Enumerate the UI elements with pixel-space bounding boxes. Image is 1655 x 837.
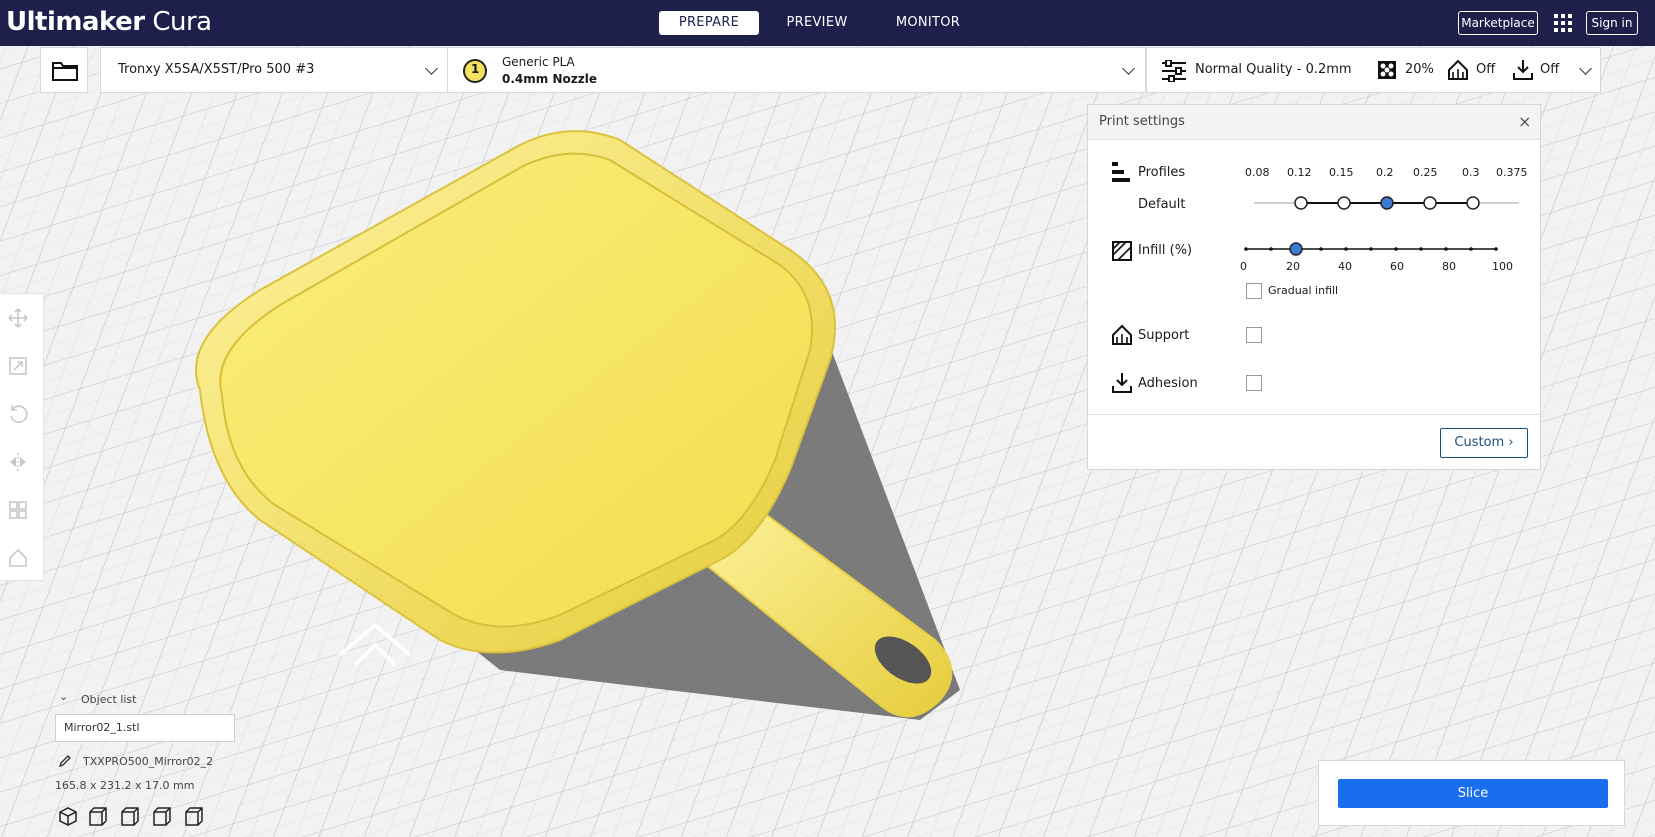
view-orientation-buttons (59, 807, 203, 826)
marketplace-button[interactable]: Marketplace (1458, 11, 1538, 35)
support-checkbox[interactable] (1246, 327, 1262, 343)
infill-slider-tick (1394, 247, 1398, 251)
infill-slider-tick (1469, 247, 1473, 251)
gradual-infill-checkbox[interactable] (1246, 283, 1262, 299)
adhesion-label: Adhesion (1138, 376, 1198, 391)
extruder-number: 1 (471, 62, 480, 76)
adhesion-icon (1513, 60, 1533, 80)
chevron-down-icon (425, 62, 438, 75)
chevron-down-icon[interactable]: ⌄ (59, 690, 68, 703)
per-model-settings-icon[interactable] (8, 500, 28, 520)
mirror-tool-icon[interactable] (8, 452, 28, 472)
infill-slider-handle[interactable] (1289, 242, 1303, 256)
infill-slider-tick (1444, 247, 1448, 251)
infill-slider[interactable] (1244, 239, 1514, 259)
infill-slider-tick (1269, 247, 1273, 251)
panel-header: Print settings × (1088, 105, 1540, 140)
support-label: Support (1138, 328, 1190, 343)
folder-icon (52, 62, 78, 81)
front-view-icon (89, 807, 107, 826)
layer-height-label: 0.08 (1245, 166, 1270, 179)
material-selector[interactable]: 1 Generic PLA 0.4mm Nozzle (448, 47, 1146, 93)
infill-tick-label: 20 (1286, 260, 1300, 273)
chevron-down-icon (1122, 62, 1135, 75)
profile-default-label: Default (1138, 197, 1186, 212)
apps-grid-icon[interactable] (1553, 13, 1573, 33)
support-blocker-icon[interactable] (8, 548, 28, 568)
support-icon (1448, 59, 1468, 80)
object-list-panel: ⌄ Object list Mirror02_1.stl TXXPRO500_M… (55, 690, 315, 830)
infill-tick-label: 0 (1240, 260, 1247, 273)
printer-selector[interactable]: Tronxy X5SA/X5ST/Pro 500 #3 (100, 47, 448, 93)
support-icon (1112, 324, 1132, 345)
3d-view-icon (59, 807, 77, 826)
infill-slider-tick (1494, 247, 1498, 251)
infill-tick-label: 100 (1492, 260, 1513, 273)
infill-value: 20% (1405, 62, 1434, 77)
profiles-label: Profiles (1138, 165, 1186, 180)
nozzle-size: 0.4mm Nozzle (502, 72, 597, 86)
object-list-toggle[interactable]: Object list (81, 693, 136, 706)
panel-title: Print settings (1099, 114, 1185, 129)
chevron-down-icon (1579, 62, 1592, 75)
layer-height-label: 0.12 (1287, 166, 1312, 179)
infill-icon (1378, 61, 1396, 79)
action-panel: Slice (1318, 760, 1625, 826)
chevron-right-icon: › (1508, 435, 1514, 450)
adhesion-checkbox[interactable] (1246, 375, 1262, 391)
pencil-icon[interactable] (58, 754, 72, 768)
layer-height-label: 0.3 (1462, 166, 1480, 179)
infill-slider-tick (1344, 247, 1348, 251)
adhesion-icon (1112, 373, 1132, 393)
adhesion-value: Off (1540, 62, 1560, 77)
print-settings-panel: Print settings × Profiles Default 0.08 0… (1087, 104, 1541, 470)
scale-tool-icon[interactable] (8, 356, 28, 376)
close-button[interactable]: × (1518, 112, 1531, 131)
print-setup-selector[interactable]: Normal Quality - 0.2mm 20% Off Off (1146, 47, 1601, 93)
infill-slider-tick (1369, 247, 1373, 251)
infill-slider-tick (1419, 247, 1423, 251)
layer-height-label: 0.25 (1413, 166, 1438, 179)
sign-in-button[interactable]: Sign in (1586, 11, 1638, 35)
infill-slider-tick (1244, 247, 1248, 251)
open-file-button[interactable] (40, 47, 88, 93)
slice-button[interactable]: Slice (1338, 779, 1608, 808)
object-list-item[interactable]: Mirror02_1.stl (55, 714, 235, 742)
material-name: Generic PLA (502, 55, 575, 69)
move-tool-icon[interactable] (8, 308, 28, 328)
custom-button[interactable]: Custom › (1440, 428, 1528, 458)
infill-tick-label: 80 (1442, 260, 1456, 273)
infill-tick-label: 60 (1390, 260, 1404, 273)
top-view-icon (121, 807, 139, 826)
gradual-infill-label: Gradual infill (1268, 284, 1339, 297)
app-logo: Ultimaker Cura (6, 7, 212, 37)
rotate-tool-icon[interactable] (8, 404, 28, 424)
model-dimensions: 165.8 x 231.2 x 17.0 mm (55, 779, 195, 792)
app-header: Ultimaker Cura PREPARE PREVIEW MONITOR M… (0, 0, 1655, 46)
profiles-icon (1112, 162, 1130, 182)
right-view-icon (185, 807, 203, 826)
infill-hatch-icon (1112, 241, 1132, 261)
sliders-icon (1162, 60, 1186, 82)
layer-height-label: 0.2 (1376, 166, 1394, 179)
infill-tick-label: 40 (1338, 260, 1352, 273)
quality-profile: Normal Quality - 0.2mm (1195, 62, 1352, 77)
layer-height-label: 0.375 (1496, 166, 1528, 179)
printer-name: Tronxy X5SA/X5ST/Pro 500 #3 (118, 62, 315, 77)
tab-monitor[interactable]: MONITOR (878, 11, 978, 35)
infill-slider-tick (1319, 247, 1323, 251)
tab-prepare[interactable]: PREPARE (659, 11, 759, 35)
left-view-icon (153, 807, 171, 826)
panel-divider (1088, 414, 1540, 415)
job-name[interactable]: TXXPRO500_Mirror02_2 (83, 755, 213, 768)
support-value: Off (1476, 62, 1496, 77)
tab-preview[interactable]: PREVIEW (767, 11, 867, 35)
tool-sidebar (0, 293, 44, 581)
infill-label: Infill (%) (1138, 243, 1193, 258)
layer-height-label: 0.15 (1329, 166, 1354, 179)
layer-height-slider[interactable] (1254, 193, 1524, 213)
